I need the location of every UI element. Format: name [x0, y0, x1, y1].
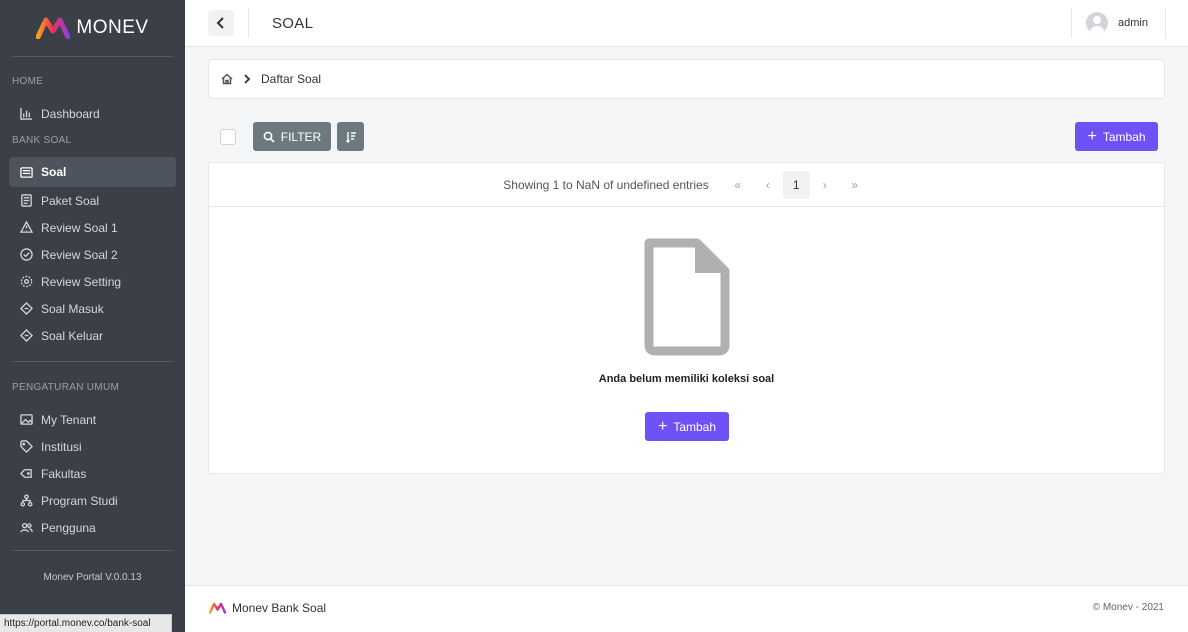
- monev-logo-icon: [36, 17, 71, 39]
- sidebar-item-label: Soal Masuk: [41, 301, 104, 316]
- check-circle-icon: [19, 248, 33, 262]
- filter-label: FILTER: [280, 129, 322, 144]
- user-menu[interactable]: admin: [1071, 8, 1166, 38]
- breadcrumb-current: Daftar Soal: [261, 72, 322, 86]
- section-bank-soal: BANK SOAL: [12, 134, 72, 146]
- page-number-button[interactable]: 1: [782, 170, 810, 199]
- sidebar-divider-bottom: [12, 550, 173, 551]
- sidebar-item-review-setting[interactable]: Review Setting: [9, 268, 176, 295]
- status-bar-url: https://portal.monev.co/bank-soal: [0, 614, 172, 632]
- back-button[interactable]: [208, 10, 234, 36]
- chevron-left-icon: [216, 17, 224, 29]
- sidebar-item-soal[interactable]: Soal: [9, 157, 176, 187]
- sidebar-item-review-soal-1[interactable]: Review Soal 1: [9, 214, 176, 241]
- tags-icon: [19, 467, 33, 481]
- sidebar-item-program-studi[interactable]: Program Studi: [9, 487, 176, 514]
- sidebar-item-label: Review Soal 1: [41, 220, 118, 235]
- brand[interactable]: MONEV: [12, 0, 173, 57]
- main-content: Daftar Soal FILTER + Tambah Showing 1 to…: [185, 47, 1188, 585]
- diamond-icon: [19, 302, 33, 316]
- sidebar-item-pengguna[interactable]: Pengguna: [9, 514, 176, 541]
- sidebar-item-soal-masuk[interactable]: Soal Masuk: [9, 295, 176, 322]
- avatar: [1086, 12, 1108, 34]
- add-label: Tambah: [673, 419, 717, 434]
- plus-icon: +: [1087, 127, 1097, 145]
- sidebar: MONEV HOME Dashboard BANK SOAL Soal Pake…: [0, 0, 185, 632]
- section-pengaturan: PENGATURAN UMUM: [12, 381, 120, 393]
- sidebar-item-label: Review Soal 2: [41, 247, 118, 262]
- tag-icon: [19, 440, 33, 454]
- empty-file-icon: [644, 238, 730, 356]
- toolbar: FILTER + Tambah: [208, 122, 1165, 152]
- page-title: SOAL: [272, 15, 314, 32]
- last-page-button[interactable]: »: [840, 171, 870, 199]
- chart-icon: [19, 107, 33, 121]
- soal-table-panel: Showing 1 to NaN of undefined entries « …: [208, 162, 1165, 474]
- warning-icon: [19, 221, 33, 235]
- users-icon: [19, 521, 33, 535]
- sidebar-item-review-soal-2[interactable]: Review Soal 2: [9, 241, 176, 268]
- list-icon: [19, 165, 33, 179]
- add-label: Tambah: [1102, 129, 1146, 144]
- user-name: admin: [1118, 17, 1148, 29]
- portal-version: Monev Portal V.0.0.13: [43, 572, 142, 583]
- plus-icon: +: [657, 417, 668, 435]
- filter-button[interactable]: FILTER: [253, 122, 331, 151]
- sidebar-item-label: Institusi: [41, 439, 82, 454]
- empty-message: Anda belum memiliki koleksi soal: [598, 373, 775, 385]
- chevron-right-icon: [244, 74, 251, 84]
- sidebar-item-label: Program Studi: [41, 493, 118, 508]
- section-home: HOME: [12, 75, 44, 87]
- sidebar-item-label: Soal: [41, 165, 67, 179]
- add-soal-button[interactable]: + Tambah: [645, 412, 729, 441]
- sidebar-item-paket-soal[interactable]: Paket Soal: [9, 187, 176, 214]
- sidebar-item-label: Fakultas: [41, 466, 87, 481]
- search-icon: [263, 131, 275, 143]
- prev-page-button[interactable]: ‹: [753, 171, 783, 199]
- sidebar-item-institusi[interactable]: Institusi: [9, 433, 176, 460]
- footer-copyright: © Monev - 2021: [1092, 602, 1164, 613]
- sidebar-item-soal-keluar[interactable]: Soal Keluar: [9, 322, 176, 349]
- image-icon: [19, 413, 33, 427]
- sidebar-item-label: Pengguna: [41, 520, 96, 535]
- add-button[interactable]: + Tambah: [1075, 122, 1158, 151]
- sidebar-item-my-tenant[interactable]: My Tenant: [9, 406, 176, 433]
- diamond-icon: [19, 329, 33, 343]
- sidebar-item-label: Paket Soal: [41, 193, 100, 208]
- hierarchy-icon: [19, 494, 33, 508]
- breadcrumb: Daftar Soal: [208, 59, 1165, 99]
- top-header: SOAL admin: [185, 0, 1188, 47]
- footer-title: Monev Bank Soal: [232, 601, 327, 615]
- home-icon[interactable]: [221, 73, 233, 85]
- sidebar-item-label: My Tenant: [41, 412, 97, 427]
- monev-logo-icon: [209, 602, 226, 614]
- sidebar-item-label: Soal Keluar: [41, 328, 104, 343]
- brand-name: MONEV: [76, 17, 149, 38]
- pagination: Showing 1 to NaN of undefined entries « …: [209, 163, 1164, 207]
- pagination-info: Showing 1 to NaN of undefined entries: [503, 177, 709, 192]
- sort-icon: [345, 131, 356, 143]
- next-page-button[interactable]: ›: [810, 171, 840, 199]
- footer-brand: Monev Bank Soal: [209, 601, 326, 615]
- footer: Monev Bank Soal © Monev - 2021: [185, 585, 1188, 632]
- sidebar-item-dashboard[interactable]: Dashboard: [9, 100, 176, 127]
- sort-button[interactable]: [337, 122, 364, 151]
- sidebar-item-fakultas[interactable]: Fakultas: [9, 460, 176, 487]
- gear-icon: [19, 275, 33, 289]
- document-icon: [19, 194, 33, 208]
- select-all-checkbox[interactable]: [220, 129, 236, 145]
- first-page-button[interactable]: «: [723, 171, 753, 199]
- empty-state: Anda belum memiliki koleksi soal + Tamba…: [209, 207, 1164, 473]
- sidebar-item-label: Dashboard: [41, 106, 100, 121]
- sidebar-item-label: Review Setting: [41, 274, 122, 289]
- header-separator: [248, 8, 249, 38]
